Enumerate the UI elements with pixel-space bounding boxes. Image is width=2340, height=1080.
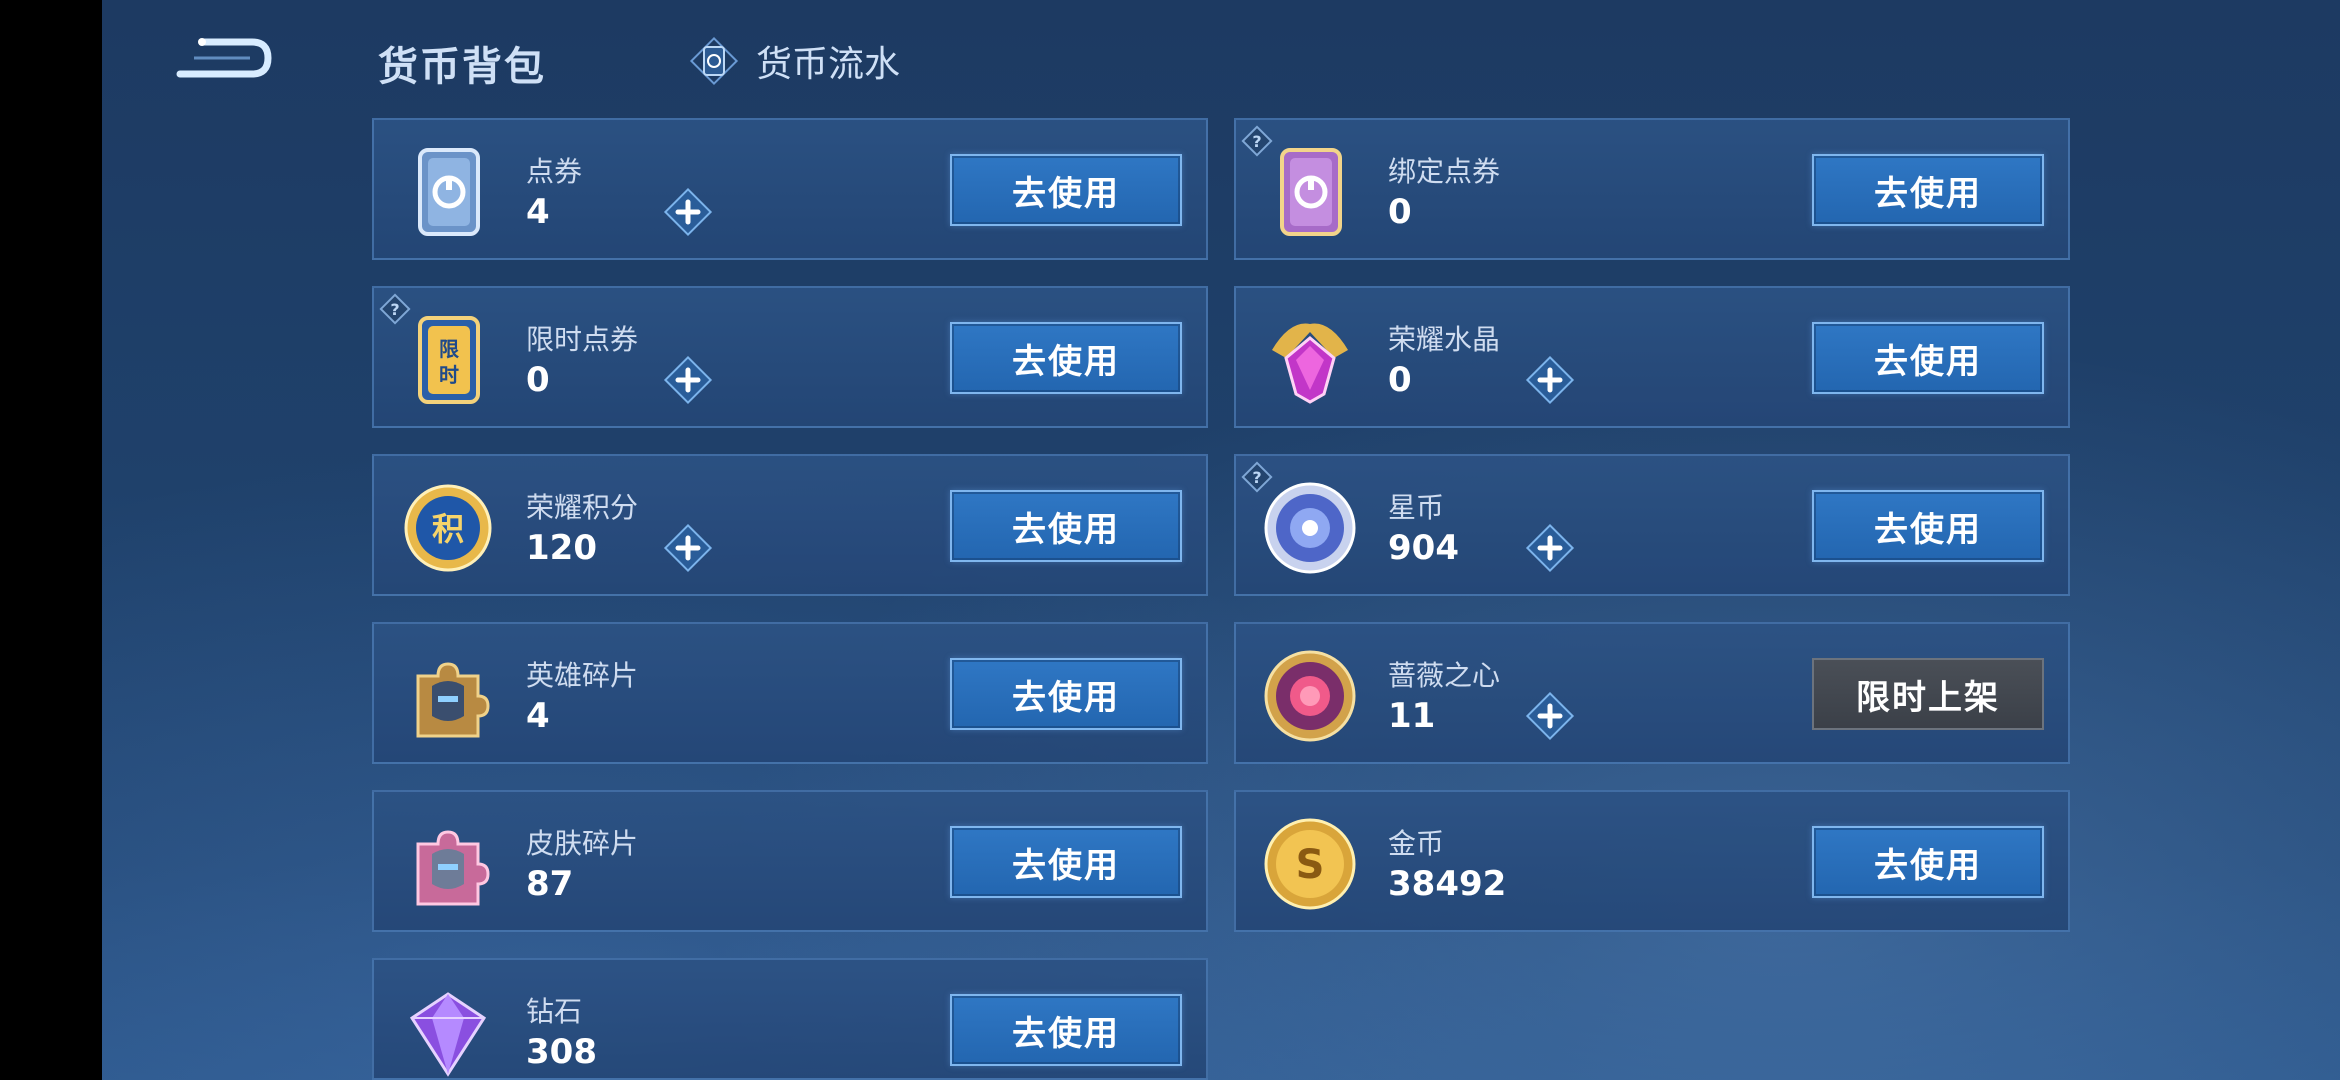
add-plus-icon[interactable] — [662, 522, 714, 574]
limited-coupon-icon: 限 时 — [418, 316, 480, 404]
currency-card: 蔷薇之心 11 限时上架 — [1234, 622, 2070, 764]
currency-card: ? 限 时 限时点券 0 去使用 — [372, 286, 1208, 428]
bound-coupon-icon — [1280, 148, 1342, 236]
add-plus-icon[interactable] — [1524, 354, 1576, 406]
currency-card: 荣耀水晶 0 去使用 — [1234, 286, 2070, 428]
use-button[interactable]: 去使用 — [950, 322, 1182, 394]
currency-bag-screen: 货币背包 货币流水 点券 4 去使用 ? 绑定点券 0 去使用 ? 限 时 限时… — [102, 0, 2340, 1080]
use-button[interactable]: 去使用 — [1812, 322, 2044, 394]
use-button[interactable]: 去使用 — [950, 826, 1182, 898]
currency-value: 0 — [526, 360, 550, 400]
tab-currency-flow-label: 货币流水 — [756, 44, 901, 85]
currency-name: 皮肤碎片 — [526, 827, 639, 860]
currency-name: 点券 — [526, 155, 583, 188]
currency-name: 绑定点券 — [1388, 155, 1501, 188]
currency-name: 荣耀水晶 — [1388, 323, 1501, 356]
currency-name: 星币 — [1388, 491, 1445, 524]
currency-name: 蔷薇之心 — [1388, 659, 1501, 692]
hero-fragment-icon — [416, 662, 490, 738]
use-button[interactable]: 去使用 — [950, 994, 1182, 1066]
currency-card: ? 绑定点券 0 去使用 — [1234, 118, 2070, 260]
add-plus-icon[interactable] — [1524, 522, 1576, 574]
add-plus-icon[interactable] — [662, 186, 714, 238]
currency-card: 钻石 308 去使用 — [372, 958, 1208, 1080]
glory-crystal-icon — [1272, 323, 1348, 404]
currency-value: 308 — [526, 1032, 597, 1072]
currency-card: 点券 4 去使用 — [372, 118, 1208, 260]
currency-name: 限时点券 — [526, 323, 639, 356]
currency-value: 4 — [526, 696, 550, 736]
page-title: 货币背包 — [378, 44, 546, 90]
use-button[interactable]: 去使用 — [950, 154, 1182, 226]
rose-heart-icon — [1264, 650, 1356, 742]
currency-card: 英雄碎片 4 去使用 — [372, 622, 1208, 764]
skin-fragment-icon — [416, 830, 490, 906]
back-arrow-icon — [176, 38, 272, 78]
use-button[interactable]: 去使用 — [1812, 826, 2044, 898]
add-plus-icon[interactable] — [662, 354, 714, 406]
currency-value: 0 — [1388, 360, 1412, 400]
currency-value: 87 — [526, 864, 574, 904]
currency-value: 904 — [1388, 528, 1459, 568]
back-button[interactable] — [172, 28, 272, 88]
limited-listing-button[interactable]: 限时上架 — [1812, 658, 2044, 730]
use-button[interactable]: 去使用 — [950, 490, 1182, 562]
flow-diamond-icon — [689, 36, 739, 86]
currency-value: 120 — [526, 528, 597, 568]
currency-value: 11 — [1388, 696, 1436, 736]
currency-name: 钻石 — [526, 995, 583, 1028]
svg-text:积: 积 — [432, 510, 464, 548]
diamond-icon — [409, 992, 487, 1077]
svg-text:限: 限 — [439, 337, 459, 361]
add-plus-icon[interactable] — [1524, 690, 1576, 742]
glory-points-icon: 积 — [404, 484, 492, 572]
svg-text:S: S — [1296, 842, 1325, 888]
use-button[interactable]: 去使用 — [1812, 154, 2044, 226]
currency-value: 4 — [526, 192, 550, 232]
currency-card: 皮肤碎片 87 去使用 — [372, 790, 1208, 932]
use-button[interactable]: 去使用 — [1812, 490, 2044, 562]
currency-card: 积 荣耀积分 120 去使用 — [372, 454, 1208, 596]
use-button[interactable]: 去使用 — [950, 658, 1182, 730]
tab-currency-flow[interactable]: 货币流水 — [688, 36, 900, 86]
currency-value: 38492 — [1388, 864, 1507, 904]
currency-name: 英雄碎片 — [526, 659, 639, 692]
star-coin-icon — [1264, 482, 1356, 574]
svg-text:时: 时 — [439, 363, 459, 387]
currency-name: 金币 — [1388, 827, 1445, 860]
gold-coin-icon: S — [1264, 818, 1356, 910]
currency-card: S 金币 38492 去使用 — [1234, 790, 2070, 932]
currency-card: ? 星币 904 去使用 — [1234, 454, 2070, 596]
currency-value: 0 — [1388, 192, 1412, 232]
currency-name: 荣耀积分 — [526, 491, 639, 524]
coupon-card-icon — [418, 148, 480, 236]
